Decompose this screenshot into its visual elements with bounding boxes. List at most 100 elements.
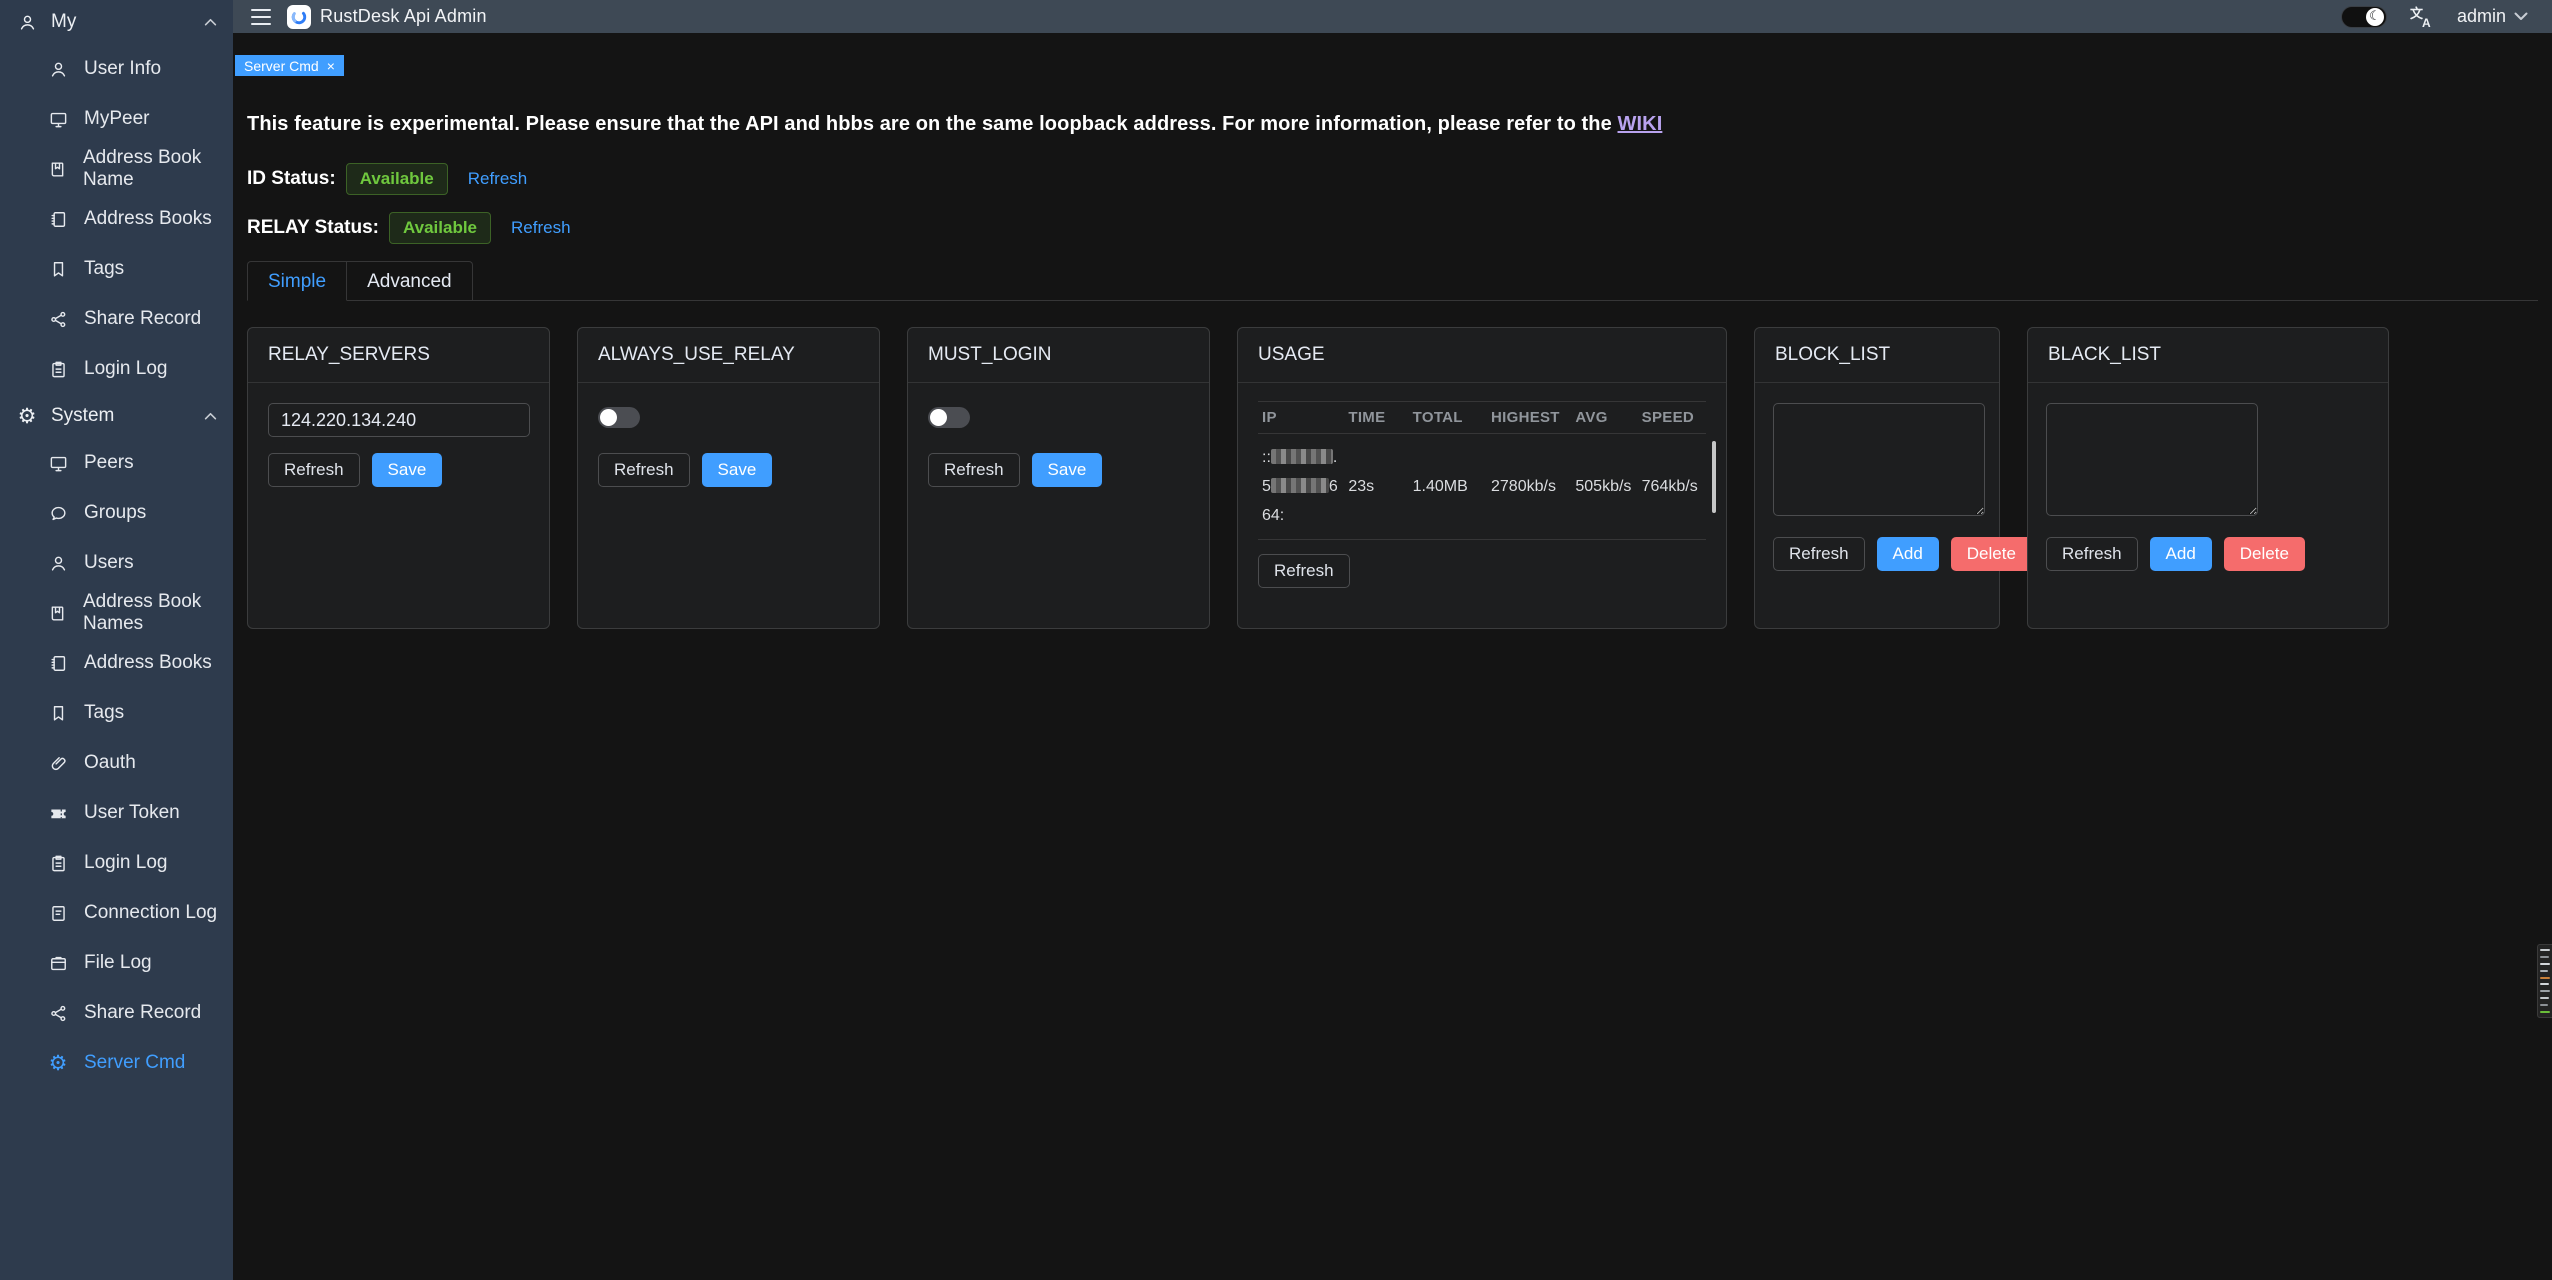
relay-status-refresh-link[interactable]: Refresh bbox=[511, 218, 571, 238]
sidebar-item-label: Login Log bbox=[84, 358, 167, 380]
minimap-bar bbox=[2540, 997, 2549, 999]
chevron-up-icon bbox=[204, 412, 217, 420]
sidebar-item-label: Oauth bbox=[84, 752, 136, 774]
main-content: Server Cmd × This feature is experimenta… bbox=[233, 33, 2552, 1280]
black-list-add-button[interactable]: Add bbox=[2150, 537, 2212, 571]
card-title: RELAY_SERVERS bbox=[248, 328, 549, 383]
minimap-bar bbox=[2540, 983, 2549, 985]
sidebar-item-tags[interactable]: Tags bbox=[0, 688, 233, 738]
sidebar-item-mypeer[interactable]: MyPeer bbox=[0, 94, 233, 144]
sidebar-item-user-token[interactable]: User Token bbox=[0, 788, 233, 838]
wiki-link[interactable]: WIKI bbox=[1618, 113, 1663, 135]
sidebar-item-groups[interactable]: Groups bbox=[0, 488, 233, 538]
dark-mode-toggle[interactable]: ☾ bbox=[2341, 6, 2387, 28]
sidebar-item-label: Share Record bbox=[84, 1002, 201, 1024]
gear-icon: ⚙ bbox=[17, 406, 37, 426]
sidebar-item-label: Login Log bbox=[84, 852, 167, 874]
sidebar-item-peers[interactable]: Peers bbox=[0, 438, 233, 488]
card-always-use-relay: ALWAYS_USE_RELAY Refresh Save bbox=[577, 327, 880, 629]
sidebar-item-label: Address Books bbox=[84, 208, 212, 230]
minimap-widget[interactable] bbox=[2537, 944, 2552, 1018]
usage-cell-ip: ::.5664: bbox=[1258, 434, 1344, 540]
sidebar-item-address-books[interactable]: Address Books bbox=[0, 194, 233, 244]
sidebar-item-label: Tags bbox=[84, 258, 124, 280]
relay-status-badge: Available bbox=[389, 212, 491, 244]
black-list-refresh-button[interactable]: Refresh bbox=[2046, 537, 2138, 571]
sidebar-item-address-book-names[interactable]: Address Book Names bbox=[0, 588, 233, 638]
user-menu[interactable]: admin bbox=[2457, 6, 2528, 27]
notebook-icon bbox=[48, 653, 68, 673]
sidebar: MyUser Info MyPeer Address Book Name Addres… bbox=[0, 0, 233, 1280]
card-relay-servers: RELAY_SERVERS Refresh Save bbox=[247, 327, 550, 629]
rustdesk-logo-icon bbox=[287, 5, 311, 29]
sidebar-item-label: User Token bbox=[84, 802, 180, 824]
card-title: MUST_LOGIN bbox=[908, 328, 1209, 383]
hamburger-icon[interactable] bbox=[251, 9, 271, 25]
table-scrollbar[interactable] bbox=[1712, 441, 1716, 513]
sidebar-item-server-cmd[interactable]: ⚙Server Cmd bbox=[0, 1038, 233, 1088]
sidebar-item-oauth[interactable]: Oauth bbox=[0, 738, 233, 788]
black-list-textarea[interactable] bbox=[2046, 403, 2258, 516]
must-login-toggle[interactable] bbox=[928, 407, 970, 428]
block-list-delete-button[interactable]: Delete bbox=[1951, 537, 2032, 571]
always-use-relay-refresh-button[interactable]: Refresh bbox=[598, 453, 690, 487]
sidebar-item-share-record[interactable]: Share Record bbox=[0, 988, 233, 1038]
book-icon bbox=[48, 603, 67, 623]
card-title: ALWAYS_USE_RELAY bbox=[578, 328, 879, 383]
mode-tabs: Simple Advanced bbox=[247, 261, 2538, 301]
minimap-bar bbox=[2540, 1004, 2548, 1006]
close-icon[interactable]: × bbox=[327, 59, 335, 73]
card-title: BLOCK_LIST bbox=[1755, 328, 1999, 383]
translate-icon[interactable]: 文 A bbox=[2409, 5, 2435, 29]
block-list-textarea[interactable] bbox=[1773, 403, 1985, 516]
sidebar-item-label: MyPeer bbox=[84, 108, 149, 130]
moon-icon: ☾ bbox=[2366, 8, 2384, 26]
sidebar-group-my[interactable]: My bbox=[0, 0, 233, 44]
tab-simple[interactable]: Simple bbox=[247, 261, 347, 301]
settings-cards: RELAY_SERVERS Refresh Save ALWAYS_USE_RE… bbox=[247, 327, 2538, 629]
id-status-refresh-link[interactable]: Refresh bbox=[468, 169, 528, 189]
must-login-save-button[interactable]: Save bbox=[1032, 453, 1103, 487]
sidebar-item-tags[interactable]: Tags bbox=[0, 244, 233, 294]
ticket-icon bbox=[48, 803, 68, 823]
usage-cell-time: 23s bbox=[1344, 434, 1408, 540]
relay-refresh-button[interactable]: Refresh bbox=[268, 453, 360, 487]
usage-col-total: TOTAL bbox=[1409, 402, 1487, 434]
black-list-delete-button[interactable]: Delete bbox=[2224, 537, 2305, 571]
always-use-relay-toggle[interactable] bbox=[598, 407, 640, 428]
sidebar-group-system[interactable]: ⚙System bbox=[0, 394, 233, 438]
always-use-relay-save-button[interactable]: Save bbox=[702, 453, 773, 487]
tab-advanced[interactable]: Advanced bbox=[347, 261, 473, 301]
must-login-refresh-button[interactable]: Refresh bbox=[928, 453, 1020, 487]
usage-refresh-button[interactable]: Refresh bbox=[1258, 554, 1350, 588]
sidebar-item-connection-log[interactable]: Connection Log bbox=[0, 888, 233, 938]
sidebar-item-address-book-name[interactable]: Address Book Name bbox=[0, 144, 233, 194]
sidebar-item-label: Peers bbox=[84, 452, 134, 474]
usage-cell-highest: 2780kb/s bbox=[1487, 434, 1571, 540]
relay-servers-input[interactable] bbox=[268, 403, 530, 437]
sidebar-item-file-log[interactable]: File Log bbox=[0, 938, 233, 988]
sidebar-item-login-log[interactable]: Login Log bbox=[0, 838, 233, 888]
block-list-add-button[interactable]: Add bbox=[1877, 537, 1939, 571]
monitor-icon bbox=[48, 109, 68, 129]
sidebar-item-users[interactable]: Users bbox=[0, 538, 233, 588]
block-list-refresh-button[interactable]: Refresh bbox=[1773, 537, 1865, 571]
tab-label: Server Cmd bbox=[244, 58, 319, 74]
experimental-notice: This feature is experimental. Please ens… bbox=[247, 113, 2538, 136]
card-black-list: BLACK_LIST Refresh Add Delete bbox=[2027, 327, 2389, 629]
card-must-login: MUST_LOGIN Refresh Save bbox=[907, 327, 1210, 629]
usage-cell-avg: 505kb/s bbox=[1571, 434, 1637, 540]
sidebar-item-label: Tags bbox=[84, 702, 124, 724]
minimap-bar bbox=[2540, 949, 2550, 951]
tab-server-cmd[interactable]: Server Cmd × bbox=[235, 55, 344, 76]
monitor-icon bbox=[48, 453, 68, 473]
sidebar-item-user-info[interactable]: User Info bbox=[0, 44, 233, 94]
sidebar-item-share-record[interactable]: Share Record bbox=[0, 294, 233, 344]
usage-col-ip: IP bbox=[1258, 402, 1344, 434]
relay-save-button[interactable]: Save bbox=[372, 453, 443, 487]
relay-status-row: RELAY Status: Available Refresh bbox=[247, 211, 2538, 245]
sidebar-item-address-books[interactable]: Address Books bbox=[0, 638, 233, 688]
sidebar-item-label: Server Cmd bbox=[84, 1052, 185, 1074]
sidebar-item-login-log[interactable]: Login Log bbox=[0, 344, 233, 394]
minimap-bar bbox=[2540, 977, 2550, 979]
